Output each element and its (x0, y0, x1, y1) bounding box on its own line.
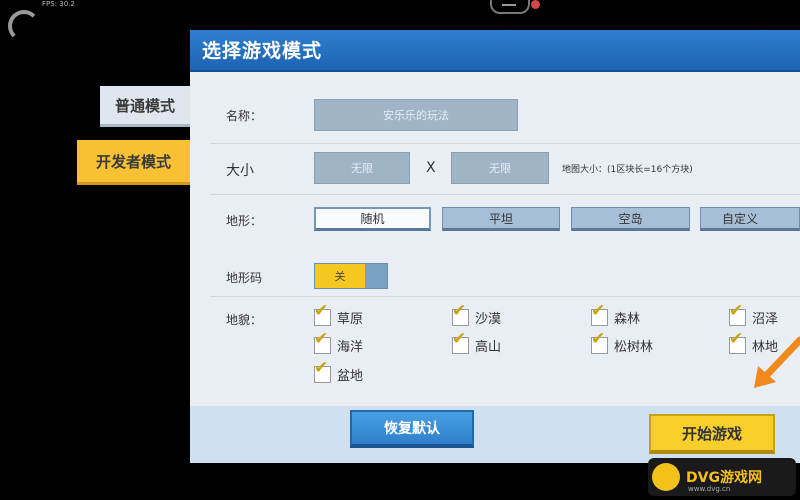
size-note: 地图大小：(1区块长=16个方块) (562, 165, 693, 175)
name-field[interactable]: 安乐乐的玩法 (314, 99, 518, 131)
checkmark-icon: ✔ (452, 301, 467, 321)
site-watermark: DVG游戏网 www.dvg.cn (648, 458, 796, 496)
watermark-subtext: www.dvg.cn (688, 485, 731, 493)
size-label: 大小 (226, 163, 254, 179)
pointer-arrow-icon (754, 336, 800, 388)
biome-swamp[interactable]: ✔ 沼泽 (729, 303, 778, 327)
checkmark-icon: ✔ (591, 301, 606, 321)
checkmark-icon: ✔ (314, 301, 329, 321)
divider (210, 194, 800, 195)
terrain-code-label: 地形码 (226, 271, 263, 285)
tab-normal-mode[interactable]: 普通模式 (100, 86, 190, 127)
checkmark-icon: ✔ (314, 358, 329, 378)
biome-basin[interactable]: ✔ 盆地 (314, 360, 363, 384)
checkmark-icon: ✔ (729, 301, 744, 321)
terrain-option-sky-island[interactable]: 空岛 (571, 207, 690, 231)
dialog-title: 选择游戏模式 (202, 40, 323, 62)
fps-counter: FPS: 30.2 (42, 0, 75, 8)
checkbox[interactable]: ✔ (729, 303, 746, 326)
top-status-pill (490, 0, 540, 14)
checkmark-icon: ✔ (591, 329, 606, 349)
checkbox[interactable]: ✔ (729, 331, 746, 354)
biome-mountain[interactable]: ✔ 高山 (452, 331, 501, 355)
start-game-button[interactable]: 开始游戏 (649, 414, 775, 454)
terrain-option-custom[interactable]: 自定义 (700, 207, 800, 231)
checkbox[interactable]: ✔ (452, 303, 469, 326)
size-separator: X (426, 160, 436, 176)
checkbox[interactable]: ✔ (591, 331, 608, 354)
terrain-option-random[interactable]: 随机 (314, 207, 431, 231)
corner-arc-icon (8, 10, 40, 42)
dialog-header: 选择游戏模式 (190, 30, 800, 72)
divider (210, 143, 800, 144)
toggle-state: 关 (315, 264, 365, 288)
checkbox[interactable]: ✔ (452, 331, 469, 354)
terrain-label: 地形： (226, 214, 263, 228)
biome-pine-forest[interactable]: ✔ 松树林 (591, 331, 653, 355)
biome-desert[interactable]: ✔ 沙漠 (452, 303, 501, 327)
checkmark-icon: ✔ (729, 329, 744, 349)
checkbox[interactable]: ✔ (314, 303, 331, 326)
biome-label: 地貌： (226, 313, 263, 327)
restore-defaults-button[interactable]: 恢复默认 (350, 410, 474, 448)
checkbox[interactable]: ✔ (314, 360, 331, 383)
record-dot-icon (531, 0, 540, 9)
checkmark-icon: ✔ (452, 329, 467, 349)
width-field[interactable]: 无限 (314, 152, 410, 184)
tab-developer-mode[interactable]: 开发者模式 (77, 140, 190, 185)
checkbox[interactable]: ✔ (591, 303, 608, 326)
checkmark-icon: ✔ (314, 329, 329, 349)
divider (210, 296, 800, 297)
biome-ocean[interactable]: ✔ 海洋 (314, 331, 363, 355)
terrain-option-flat[interactable]: 平坦 (442, 207, 560, 231)
watermark-logo-icon (652, 463, 680, 491)
biome-forest[interactable]: ✔ 森林 (591, 303, 640, 327)
game-mode-dialog: 选择游戏模式 名称： 安乐乐的玩法 大小 无限 X 无限 地图大小：(1区块长=… (190, 30, 800, 463)
biome-grassland[interactable]: ✔ 草原 (314, 303, 363, 327)
dash-icon (502, 4, 516, 6)
checkbox[interactable]: ✔ (314, 331, 331, 354)
watermark-text: DVG游戏网 (686, 470, 762, 486)
name-label: 名称： (226, 109, 263, 123)
height-field[interactable]: 无限 (451, 152, 549, 184)
terrain-code-toggle[interactable]: 关 (314, 263, 388, 289)
